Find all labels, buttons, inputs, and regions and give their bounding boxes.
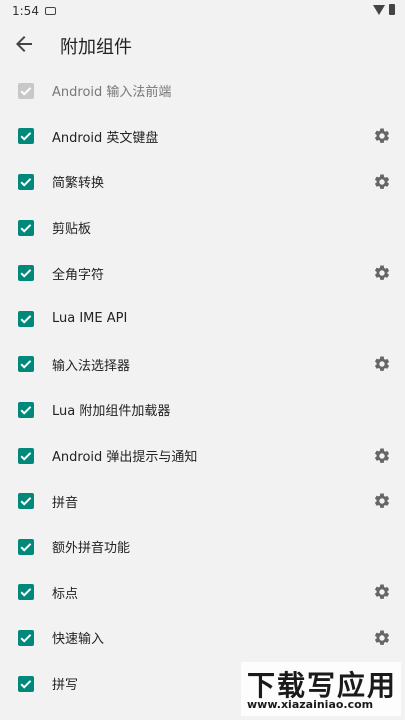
list-item-label: Lua IME API	[52, 311, 128, 327]
list-item-label: Lua 附加组件加载器	[52, 404, 171, 420]
page-title: 附加组件	[60, 37, 132, 58]
checkbox[interactable]	[18, 128, 34, 145]
gear-icon[interactable]	[373, 447, 391, 465]
list-item-label: Android 输入法前端	[52, 85, 172, 101]
notification-icon	[45, 7, 56, 15]
checkbox[interactable]	[18, 447, 34, 464]
gear-icon[interactable]	[373, 629, 391, 647]
list-item[interactable]: Lua 附加组件加载器	[0, 387, 405, 433]
list-item-label: 输入法选择器	[52, 358, 131, 374]
list-item-label: Android 弹出提示与通知	[52, 450, 198, 466]
checkbox[interactable]	[18, 493, 34, 510]
list-item[interactable]: 剪贴板	[0, 205, 405, 251]
checkbox[interactable]	[18, 219, 34, 236]
list-item[interactable]: Android 输入法前端	[0, 68, 405, 114]
list-item[interactable]: 全角字符	[0, 250, 405, 296]
list-item-label: 额外拼音功能	[52, 541, 131, 557]
list-item[interactable]: 拼音	[0, 478, 405, 524]
list-item[interactable]: 输入法选择器	[0, 342, 405, 388]
gear-icon[interactable]	[373, 492, 391, 510]
back-arrow-icon[interactable]	[12, 32, 36, 56]
list-item-label: 简繁转换	[52, 176, 105, 192]
checkbox[interactable]	[18, 584, 34, 601]
list-item-label: 快速输入	[52, 632, 105, 648]
list-item[interactable]: Android 弹出提示与通知	[0, 433, 405, 479]
checkbox[interactable]	[18, 356, 34, 373]
watermark-sub: www.xiazainiao.com	[247, 698, 374, 711]
gear-icon[interactable]	[373, 173, 391, 191]
list-item-label: Android 英文键盘	[52, 130, 159, 146]
list-item[interactable]: 标点	[0, 570, 405, 616]
list-item[interactable]: Lua IME API	[0, 296, 405, 342]
list-item-label: 剪贴板	[52, 222, 92, 238]
list-item-label: 拼音	[52, 495, 79, 511]
app-bar: 附加组件	[0, 22, 405, 68]
status-bar: 1:54	[0, 0, 405, 22]
battery-icon	[389, 4, 395, 15]
list-item[interactable]: 简繁转换	[0, 159, 405, 205]
list-item-label: 拼写	[52, 678, 79, 694]
checkbox[interactable]	[18, 265, 34, 282]
status-icons	[373, 4, 395, 15]
list-item-label: 全角字符	[52, 267, 105, 283]
list-item[interactable]: 额外拼音功能	[0, 524, 405, 570]
watermark: 下载写应用 www.xiazainiao.com	[241, 662, 401, 716]
gear-icon[interactable]	[373, 127, 391, 145]
gear-icon[interactable]	[373, 264, 391, 282]
list-item[interactable]: 快速输入	[0, 615, 405, 661]
gear-icon[interactable]	[373, 355, 391, 373]
checkbox[interactable]	[18, 401, 34, 418]
checkbox[interactable]	[18, 538, 34, 555]
checkbox[interactable]	[18, 629, 34, 646]
list-item[interactable]: Android 英文键盘	[0, 114, 405, 160]
checkbox[interactable]	[18, 173, 34, 190]
list-item-label: 标点	[52, 586, 79, 602]
checkbox[interactable]	[18, 675, 34, 692]
gear-icon[interactable]	[373, 583, 391, 601]
checkbox	[18, 82, 34, 99]
status-time: 1:54	[12, 4, 39, 18]
checkbox[interactable]	[18, 310, 34, 327]
wifi-icon	[373, 4, 385, 15]
addon-list: Android 输入法前端 Android 英文键盘 简繁转换剪贴板全角字符 Lua …	[0, 68, 405, 706]
